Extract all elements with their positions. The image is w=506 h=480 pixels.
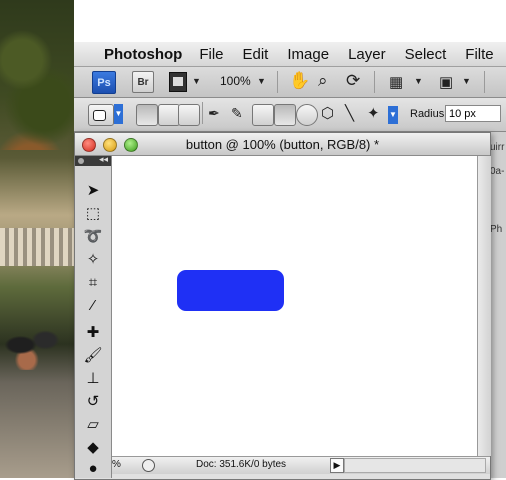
menu-filter[interactable]: Filte — [465, 46, 493, 63]
preset-dropdown-icon[interactable]: ▼ — [114, 104, 123, 124]
menu-file[interactable]: File — [199, 46, 223, 63]
polygon-tool-icon[interactable]: ⬡ — [321, 104, 334, 122]
radius-label: Radius: — [410, 108, 448, 120]
radius-input[interactable] — [445, 105, 501, 122]
menu-select[interactable]: Select — [405, 46, 447, 63]
separator — [374, 71, 375, 93]
history-brush-tool-icon[interactable]: ↺ — [82, 391, 104, 411]
panel-text: Ph — [490, 224, 503, 235]
menu-bar: Photoshop File Edit Image Layer Select F… — [74, 42, 506, 67]
separator — [277, 71, 278, 93]
rounded-rectangle-shape[interactable] — [177, 270, 284, 311]
desktop-wallpaper — [0, 0, 74, 478]
paths-mode-button[interactable] — [158, 104, 180, 126]
arrange-dropdown-icon[interactable]: ▼ — [414, 76, 423, 86]
menu-layer[interactable]: Layer — [348, 46, 386, 63]
screen-mode-dropdown-icon[interactable]: ▼ — [462, 76, 471, 86]
panel-text: uirr — [490, 142, 505, 153]
healing-brush-tool-icon[interactable]: ✚ — [82, 322, 104, 342]
separator — [202, 102, 203, 124]
arrange-documents-icon[interactable]: ▦ — [389, 73, 403, 91]
magic-wand-tool-icon[interactable]: ✧ — [82, 249, 104, 269]
marquee-tool-icon[interactable]: ⬚ — [82, 203, 104, 223]
application-bar: Ps Br ▼ 100% ▼ ✋ ⌕ ⟳ ▦ ▼ ▣ ▼ — [74, 67, 506, 98]
tools-panel-header[interactable]: ◂◂ — [75, 154, 111, 166]
separator — [484, 71, 485, 93]
status-menu-arrow-icon[interactable]: ▶ — [330, 458, 344, 473]
fill-pixels-mode-button[interactable] — [178, 104, 200, 126]
ellipse-tool-button[interactable] — [296, 104, 318, 126]
panel-collapse-icon[interactable]: ◂◂ — [99, 154, 108, 165]
pen-tool-icon[interactable]: ✒ — [208, 105, 220, 122]
zoom-level-dropdown[interactable]: 100% — [220, 74, 251, 88]
panel-close-icon[interactable] — [78, 158, 84, 164]
custom-shape-tool-icon[interactable]: ✦ — [367, 104, 380, 122]
status-info-icon[interactable] — [142, 459, 155, 472]
move-tool-icon[interactable]: ➤ — [82, 180, 104, 200]
menu-image[interactable]: Image — [287, 46, 329, 63]
eyedropper-tool-icon[interactable]: ⁄ — [82, 295, 104, 315]
freeform-pen-icon[interactable]: ✎ — [231, 105, 243, 122]
tools-panel: ◂◂ ➤ ⬚ ➰ ✧ ⌗ ⁄ ✚ 🖌 ⊥ ↺ ▱ ◆ ● — [75, 154, 112, 478]
zoom-tool-icon[interactable]: ⌕ — [318, 71, 328, 91]
rectangle-tool-button[interactable] — [252, 104, 274, 126]
tool-preset-picker[interactable] — [88, 104, 114, 126]
wallpaper-balustrade — [0, 228, 74, 266]
wallpaper-people — [2, 320, 64, 370]
photoshop-home-button[interactable]: Ps — [92, 71, 116, 94]
options-bar: ▼ ✒ ✎ ⬡ ╲ ✦ ▼ Radius: — [74, 98, 506, 132]
blur-tool-icon[interactable]: ● — [82, 458, 104, 478]
zoom-status-field[interactable]: % — [112, 459, 140, 470]
view-extras-icon[interactable] — [169, 72, 187, 92]
shape-layers-mode-button[interactable] — [136, 104, 158, 126]
status-bar: % Doc: 351.6K/0 bytes ▶ — [112, 456, 490, 474]
hand-tool-icon[interactable]: ✋ — [289, 71, 310, 91]
menu-app-name[interactable]: Photoshop — [104, 46, 182, 63]
document-title: button @ 100% (button, RGB/8) * — [185, 137, 380, 152]
crop-tool-icon[interactable]: ⌗ — [82, 272, 104, 292]
geometry-options-dropdown-icon[interactable]: ▼ — [388, 106, 398, 124]
view-extras-dropdown-icon[interactable]: ▼ — [192, 76, 201, 86]
document-size-info: Doc: 351.6K/0 bytes — [196, 459, 287, 470]
menu-edit[interactable]: Edit — [243, 46, 269, 63]
line-tool-icon[interactable]: ╲ — [345, 104, 354, 122]
rounded-rect-preset-icon — [93, 110, 106, 121]
rounded-rectangle-tool-button[interactable] — [274, 104, 296, 126]
document-titlebar[interactable]: button @ 100% (button, RGB/8) * — [75, 133, 490, 156]
clone-stamp-tool-icon[interactable]: ⊥ — [82, 368, 104, 388]
zoom-dropdown-icon[interactable]: ▼ — [257, 76, 266, 86]
horizontal-scrollbar[interactable] — [344, 458, 486, 473]
eraser-tool-icon[interactable]: ▱ — [82, 414, 104, 434]
wallpaper-trees — [0, 0, 74, 150]
vertical-scrollbar[interactable] — [477, 156, 491, 456]
panel-text: 0a- — [490, 166, 505, 177]
background-window-area — [74, 0, 506, 42]
lasso-tool-icon[interactable]: ➰ — [82, 226, 104, 246]
canvas[interactable] — [112, 156, 477, 456]
paint-bucket-tool-icon[interactable]: ◆ — [82, 437, 104, 457]
launch-bridge-button[interactable]: Br — [132, 71, 154, 93]
document-window: button @ 100% (button, RGB/8) * ◂◂ ➤ ⬚ ➰… — [74, 132, 491, 480]
brush-tool-icon[interactable]: 🖌 — [82, 345, 104, 365]
screen-mode-icon[interactable]: ▣ — [439, 73, 453, 91]
rotate-view-icon[interactable]: ⟳ — [346, 71, 360, 91]
